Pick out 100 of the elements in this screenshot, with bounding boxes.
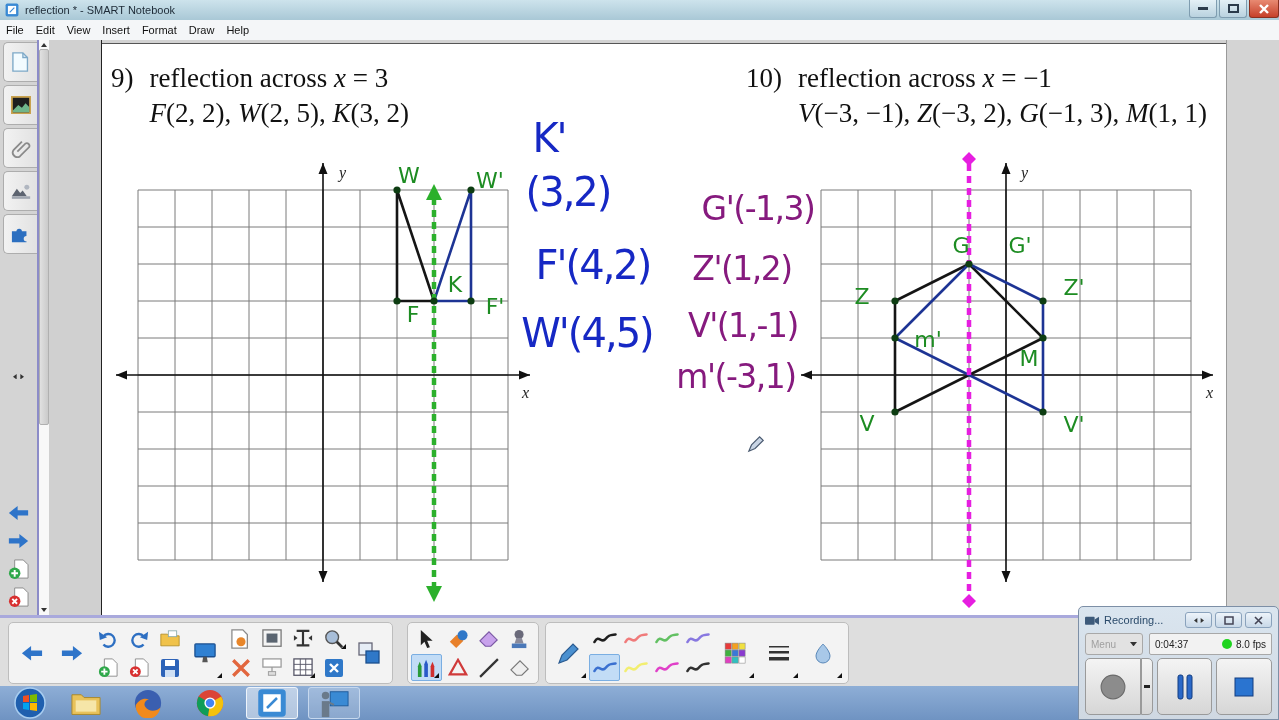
double-arrow-icon bbox=[13, 373, 24, 380]
handwritten-note: Z'(1,2) bbox=[692, 251, 792, 285]
menu-item[interactable]: Edit bbox=[35, 24, 55, 36]
stop-button[interactable] bbox=[1216, 658, 1272, 715]
scrollbar[interactable] bbox=[37, 40, 49, 615]
notebook-icon bbox=[257, 688, 287, 718]
camera-icon bbox=[1085, 614, 1099, 626]
close-icon bbox=[1259, 3, 1269, 14]
page-icon bbox=[12, 52, 29, 72]
point-label: V bbox=[859, 413, 875, 435]
menu-item[interactable]: View bbox=[66, 24, 91, 36]
folder-icon bbox=[159, 630, 180, 647]
axis-label: y bbox=[339, 164, 347, 181]
line-style-icon bbox=[768, 645, 790, 661]
triangle-icon bbox=[447, 658, 468, 677]
eraser-icon bbox=[509, 658, 530, 677]
dash-icon bbox=[1143, 685, 1150, 688]
side-tab[interactable] bbox=[3, 85, 37, 125]
dropdown-corner-icon bbox=[434, 673, 439, 678]
frame-rate: 8.0 fps bbox=[1235, 638, 1266, 650]
pen-cursor-icon bbox=[747, 435, 765, 453]
window-title: Recording... bbox=[1104, 614, 1164, 626]
point-label: K bbox=[447, 274, 463, 296]
handwritten-note: F'(4,2) bbox=[535, 245, 651, 285]
pause-icon bbox=[1176, 673, 1193, 700]
problem-points: V(−3, −1), Z(−3, 2), G(−1, 3), M(1, 1) bbox=[798, 97, 1207, 130]
handwritten-note: V'(1,-1) bbox=[688, 308, 798, 342]
start-icon bbox=[14, 687, 46, 719]
problem-number: 9) bbox=[111, 62, 134, 95]
close-button[interactable] bbox=[1249, 0, 1279, 18]
left-arrow-icon bbox=[8, 505, 29, 521]
stamp-icon bbox=[510, 628, 529, 649]
handwritten-note: G'(-1,3) bbox=[701, 191, 815, 225]
dropdown-corner-icon bbox=[310, 673, 315, 678]
right-arrow-icon bbox=[8, 533, 29, 549]
restore-button[interactable] bbox=[1215, 612, 1242, 628]
menu-item[interactable]: File bbox=[6, 24, 24, 36]
resize-handle[interactable] bbox=[11, 371, 26, 382]
paperclip-icon bbox=[10, 138, 31, 158]
point-label: Z bbox=[854, 286, 870, 308]
notebook-icon bbox=[5, 3, 19, 17]
page-delete-icon bbox=[128, 657, 149, 678]
dropdown-corner-icon bbox=[341, 644, 346, 649]
eraser-icon bbox=[478, 629, 499, 648]
segmented-circle-icon bbox=[195, 688, 225, 718]
minimize-button[interactable] bbox=[1189, 0, 1217, 18]
scrollbar-thumb[interactable] bbox=[39, 49, 49, 425]
overlapping-windows-icon bbox=[358, 642, 380, 664]
point-label: F bbox=[406, 304, 420, 326]
line-icon bbox=[478, 657, 499, 678]
taskbar-button[interactable] bbox=[308, 687, 360, 719]
point-label: W' bbox=[476, 170, 504, 192]
handwritten-note: W'(4,5) bbox=[521, 313, 653, 353]
point-label: M bbox=[1019, 348, 1039, 370]
page-delete-icon bbox=[8, 586, 29, 608]
menu-item[interactable]: Draw bbox=[188, 24, 215, 36]
globe-icon bbox=[133, 688, 163, 718]
window-icon bbox=[1223, 615, 1234, 625]
axis-label: x bbox=[1206, 384, 1214, 401]
up-arrow-icon bbox=[41, 43, 47, 47]
point-label: G bbox=[952, 235, 970, 257]
minimize-icon bbox=[1198, 7, 1208, 10]
drop-icon bbox=[814, 642, 832, 664]
picture-icon bbox=[261, 629, 282, 648]
picture-icon bbox=[10, 95, 31, 115]
save-icon bbox=[159, 657, 180, 678]
axis-label: y bbox=[1021, 164, 1029, 181]
down-arrow-icon bbox=[41, 608, 47, 612]
stop-icon bbox=[1234, 676, 1255, 697]
pause-button[interactable] bbox=[1156, 658, 1213, 715]
pointer-icon bbox=[419, 628, 434, 649]
problem-points: F(2, 2), W(2, 5), K(3, 2) bbox=[149, 97, 409, 130]
dropdown-corner-icon bbox=[837, 673, 842, 678]
close-button[interactable] bbox=[1245, 612, 1272, 628]
right-arrow-icon bbox=[61, 644, 83, 662]
table-icon bbox=[292, 658, 313, 677]
point-label: V' bbox=[1063, 414, 1085, 436]
record-button[interactable] bbox=[1085, 658, 1141, 715]
menu-item[interactable]: Format bbox=[141, 24, 177, 36]
menu-item[interactable]: Insert bbox=[102, 24, 130, 36]
maximize-button[interactable] bbox=[1219, 0, 1247, 18]
presenter-icon bbox=[319, 688, 349, 718]
dropdown-corner-icon bbox=[581, 673, 586, 678]
monitor-icon bbox=[194, 642, 216, 664]
dropdown-corner-icon bbox=[749, 673, 754, 678]
record-icon bbox=[1099, 673, 1126, 700]
point-label: F' bbox=[485, 296, 505, 318]
left-arrow-icon bbox=[21, 644, 43, 662]
problem-number: 10) bbox=[746, 62, 782, 95]
caret-icon bbox=[1130, 641, 1137, 647]
double-arrow-icon bbox=[1193, 617, 1204, 623]
maximize-icon bbox=[1227, 4, 1239, 13]
color-palette-icon bbox=[724, 642, 746, 664]
collapse-button[interactable] bbox=[1185, 612, 1212, 628]
menu-item[interactable]: Help bbox=[226, 24, 249, 36]
close-icon bbox=[1254, 615, 1263, 625]
screen-shade-icon bbox=[261, 658, 282, 677]
window-title: reflection * - SMART Notebook bbox=[25, 4, 175, 16]
handwritten-note: m'(-3,1) bbox=[676, 359, 796, 393]
elapsed-time: 0:04:37 bbox=[1155, 638, 1189, 650]
